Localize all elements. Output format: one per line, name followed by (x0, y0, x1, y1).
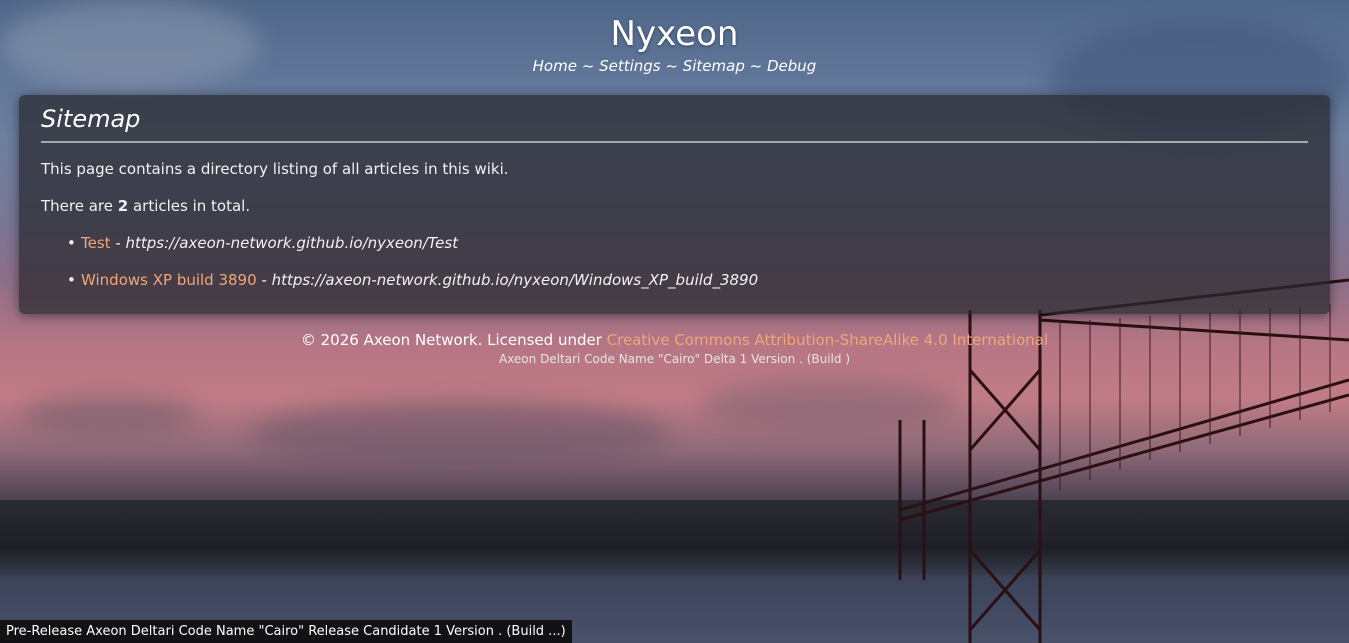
background-cloud (250, 400, 670, 470)
nav-sitemap-link[interactable]: Sitemap (683, 57, 745, 75)
background-cloud (20, 395, 200, 435)
license-link[interactable]: Creative Commons Attribution-ShareAlike … (607, 331, 1048, 349)
copyright-line: © 2026 Axeon Network. Licensed under Cre… (0, 330, 1349, 350)
bullet-icon: • (67, 271, 76, 289)
nav-debug-link[interactable]: Debug (767, 57, 816, 75)
page-title: Sitemap (41, 103, 1308, 143)
site-footer: © 2026 Axeon Network. Licensed under Cre… (0, 330, 1349, 368)
content-panel: Sitemap This page contains a directory l… (19, 95, 1330, 314)
article-list: • Test - https://axeon-network.github.io… (41, 233, 1308, 291)
article-url: https://axeon-network.github.io/nyxeon/T… (125, 234, 459, 252)
article-count-suffix: articles in total. (128, 197, 251, 215)
intro-text: This page contains a directory listing o… (41, 160, 509, 178)
list-item: • Windows XP build 3890 - https://axeon-… (67, 270, 1308, 291)
nav-home-link[interactable]: Home (533, 57, 577, 75)
article-url: https://axeon-network.github.io/nyxeon/W… (271, 271, 759, 289)
top-nav: Home ~ Settings ~ Sitemap ~ Debug (0, 57, 1349, 75)
bullet-icon: • (67, 234, 76, 252)
build-info: Axeon Deltari Code Name "Cairo" Delta 1 … (498, 352, 851, 366)
article-count-text: There are 2 articles in total. (41, 196, 1308, 217)
site-header: Nyxeon Home ~ Settings ~ Sitemap ~ Debug (0, 12, 1349, 75)
site-title: Nyxeon (610, 14, 739, 54)
article-count: 2 (117, 197, 129, 215)
article-link-windows-xp-build-3890[interactable]: Windows XP build 3890 (81, 271, 257, 289)
nav-settings-link[interactable]: Settings (599, 57, 661, 75)
article-dash: - (110, 234, 126, 252)
copyright-text: © 2026 Axeon Network. Licensed under (300, 331, 607, 349)
article-count-prefix: There are (41, 197, 118, 215)
nav-separator: ~ (749, 57, 767, 75)
nav-separator: ~ (581, 57, 600, 75)
article-dash: - (256, 271, 272, 289)
prerelease-banner: Pre-Release Axeon Deltari Code Name "Cai… (0, 620, 572, 643)
article-link-test[interactable]: Test (81, 234, 111, 252)
list-item: • Test - https://axeon-network.github.io… (67, 233, 1308, 254)
nav-separator: ~ (665, 57, 683, 75)
